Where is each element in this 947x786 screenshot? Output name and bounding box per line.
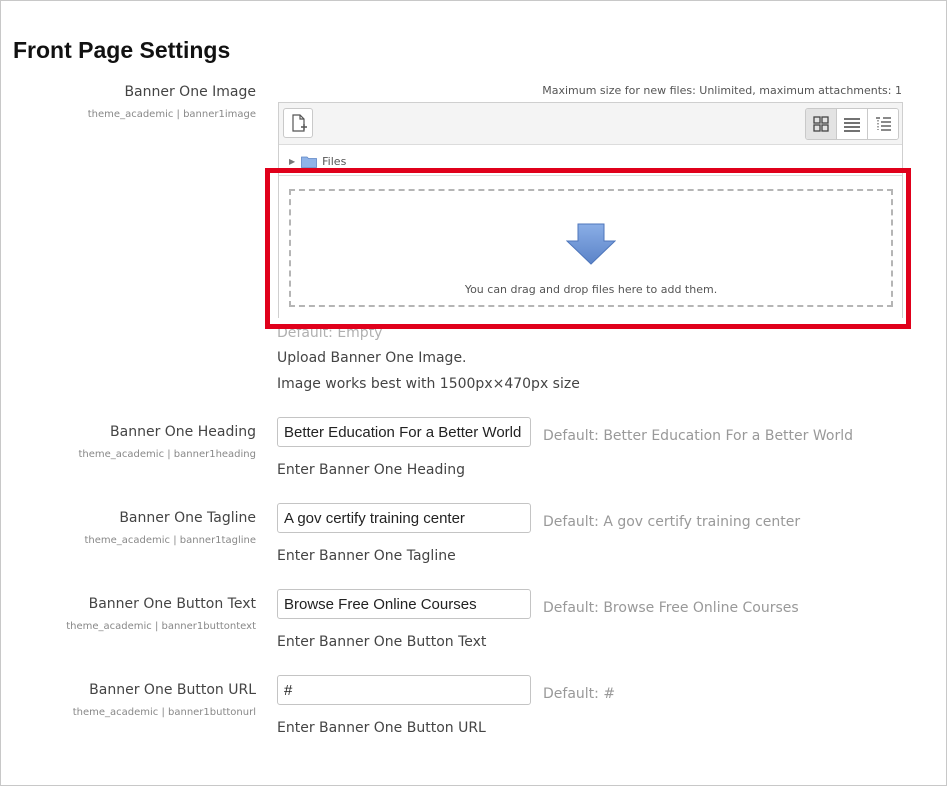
banner-one-tagline-input[interactable] xyxy=(277,503,531,533)
banner-one-image-description-1: Upload Banner One Image. xyxy=(277,350,467,366)
banner-one-button-url-label: Banner One Button URL xyxy=(89,682,256,698)
down-arrow-icon xyxy=(566,223,616,265)
view-icons-button[interactable] xyxy=(806,109,836,139)
banner-one-button-url-setting-id: theme_academic | banner1buttonurl xyxy=(72,707,256,718)
file-picker: ▶ Files You can drag and drop files here… xyxy=(278,102,903,318)
grid-view-icon xyxy=(813,116,829,132)
banner-one-heading-input[interactable] xyxy=(277,417,531,447)
banner-one-button-text-description: Enter Banner One Button Text xyxy=(277,634,487,650)
banner-one-button-text-input[interactable] xyxy=(277,589,531,619)
banner-one-image-setting-id: theme_academic | banner1image xyxy=(87,109,256,120)
file-tree-root[interactable]: ▶ Files xyxy=(289,155,346,168)
banner-one-button-text-default: Default: Browse Free Online Courses xyxy=(543,600,799,616)
drop-area[interactable]: You can drag and drop files here to add … xyxy=(279,175,902,318)
file-tree-root-label: Files xyxy=(322,155,347,168)
banner-one-image-label: Banner One Image xyxy=(124,84,256,100)
settings-panel: Front Page Settings Banner One Image the… xyxy=(0,0,947,786)
banner-one-button-text-setting-id: theme_academic | banner1buttontext xyxy=(66,621,256,632)
tree-view-icon xyxy=(876,117,891,131)
banner-one-button-text-label: Banner One Button Text xyxy=(88,596,256,612)
banner-one-button-url-input[interactable] xyxy=(277,675,531,705)
drop-instruction: You can drag and drop files here to add … xyxy=(464,283,718,296)
drop-zone[interactable]: You can drag and drop files here to add … xyxy=(289,189,893,307)
banner-one-button-url-description: Enter Banner One Button URL xyxy=(277,720,486,736)
banner-one-heading-default: Default: Better Education For a Better W… xyxy=(543,428,853,444)
view-list-button[interactable] xyxy=(836,109,867,139)
list-view-icon xyxy=(844,118,860,132)
banner-one-tagline-default: Default: A gov certify training center xyxy=(543,514,801,530)
banner-one-tagline-label: Banner One Tagline xyxy=(119,510,256,526)
view-tree-button[interactable] xyxy=(867,109,898,139)
add-file-button[interactable] xyxy=(283,108,313,138)
banner-one-heading-description: Enter Banner One Heading xyxy=(277,462,465,478)
view-mode-group xyxy=(805,108,899,140)
expand-caret-icon[interactable]: ▶ xyxy=(289,157,295,166)
file-picker-toolbar xyxy=(279,103,902,145)
max-size-note: Maximum size for new files: Unlimited, m… xyxy=(542,84,902,97)
banner-one-tagline-description: Enter Banner One Tagline xyxy=(277,548,456,564)
page-title: Front Page Settings xyxy=(13,37,231,63)
banner-one-image-default: Default: Empty xyxy=(277,325,383,341)
banner-one-heading-label: Banner One Heading xyxy=(110,424,256,440)
folder-icon xyxy=(301,156,318,168)
banner-one-image-description-2: Image works best with 1500px×470px size xyxy=(277,376,580,392)
banner-one-tagline-setting-id: theme_academic | banner1tagline xyxy=(84,535,256,546)
banner-one-heading-setting-id: theme_academic | banner1heading xyxy=(78,449,256,460)
banner-one-button-url-default: Default: # xyxy=(543,686,616,702)
file-add-icon xyxy=(292,114,307,132)
